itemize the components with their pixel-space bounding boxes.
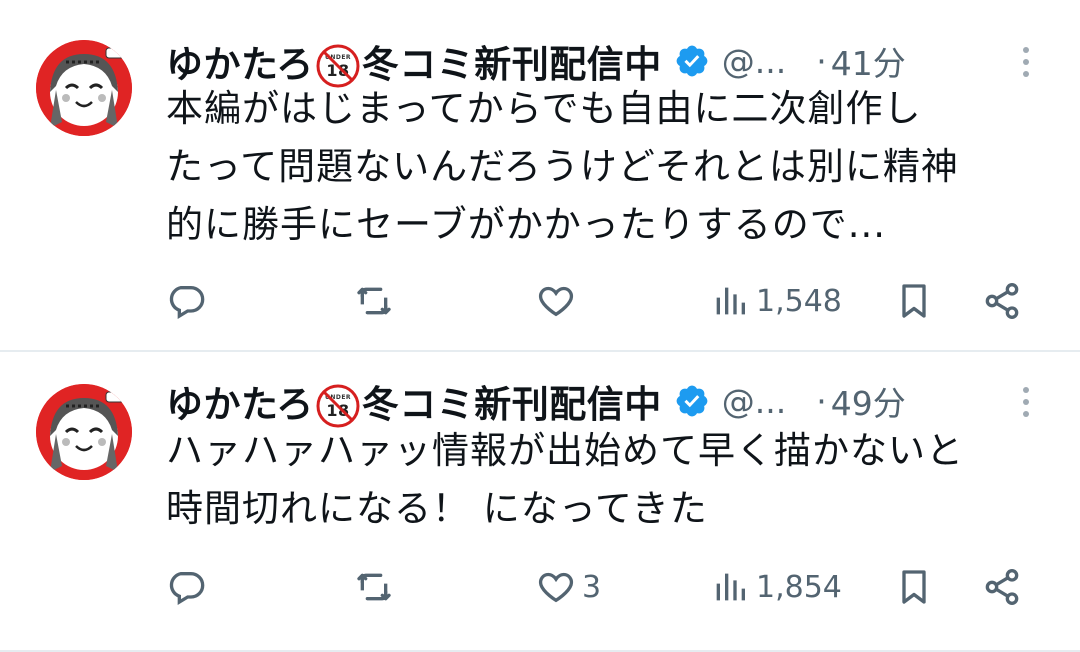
tweet-text-line: ハァハァハァッ情報が出始めて早く描かないと <box>166 429 964 472</box>
more-vertical-icon[interactable] <box>1014 382 1038 422</box>
views-count: 1,854 <box>756 569 842 605</box>
tweet[interactable]: ゆかたろ UNDER 18 冬コミ新刊配信中 @... · 49分 ハァハァハァ… <box>0 352 1080 650</box>
reply-button[interactable] <box>166 276 212 326</box>
tweet-text: 本編がはじまってからでも自由に二次創作し たって問題ないんだろうけどそれとは別に… <box>166 80 1066 254</box>
share-icon <box>985 569 1019 606</box>
share-button[interactable] <box>982 276 1022 326</box>
svg-text:18: 18 <box>326 401 349 420</box>
action-bar: 3 1,854 <box>0 562 1080 612</box>
views-chart-icon <box>716 573 745 601</box>
retweet-button[interactable] <box>354 276 400 326</box>
views-count: 1,548 <box>756 283 842 319</box>
like-count: 3 <box>582 569 602 605</box>
bookmark-button[interactable] <box>894 562 934 612</box>
tweet-text-line: 本編がはじまってからでも自由に二次創作し <box>166 87 922 130</box>
tweet-text-line: 的に勝手にセーブがかかったりするので... <box>166 203 887 246</box>
tweet-text: ハァハァハァッ情報が出始めて早く描かないと 時間切れになる！ になってきた <box>166 422 1066 538</box>
retweet-icon <box>357 573 391 601</box>
like-button[interactable]: 3 <box>536 562 601 612</box>
tweet-text-line: たって問題ないんだろうけどそれとは別に精神 <box>166 145 959 188</box>
bookmark-icon <box>902 284 926 318</box>
share-icon <box>985 283 1019 320</box>
author-handle[interactable]: @... <box>722 42 786 81</box>
like-button[interactable] <box>536 276 582 326</box>
separator-dot: · <box>816 41 827 81</box>
views-button[interactable]: 1,854 <box>710 562 842 612</box>
verified-badge-icon <box>676 45 708 77</box>
heart-icon <box>538 572 574 603</box>
tweet-header: ゆかたろ UNDER 18 冬コミ新刊配信中 @... · 49分 <box>166 374 906 429</box>
author-handle[interactable]: @... <box>722 382 786 421</box>
share-button[interactable] <box>982 562 1022 612</box>
avatar-image <box>36 384 132 480</box>
views-button[interactable]: 1,548 <box>710 276 842 326</box>
heart-icon <box>538 286 574 317</box>
reply-icon <box>169 572 205 605</box>
author-name-prefix: ゆかたろ <box>166 382 314 426</box>
verified-badge-icon <box>676 385 708 417</box>
retweet-icon <box>357 287 391 315</box>
avatar[interactable] <box>36 384 132 480</box>
tweet-text-line: 時間切れになる！ になってきた <box>166 487 708 530</box>
avatar-image <box>36 40 132 136</box>
timestamp[interactable]: 49分 <box>831 377 906 425</box>
more-vertical-icon[interactable] <box>1014 42 1038 82</box>
reply-button[interactable] <box>166 562 212 612</box>
timestamp[interactable]: 41分 <box>831 37 906 85</box>
tweet-header: ゆかたろ UNDER 18 冬コミ新刊配信中 @... · 41分 <box>166 36 906 88</box>
author-name-suffix: 冬コミ新刊配信中 <box>361 382 662 426</box>
views-chart-icon <box>716 287 745 315</box>
svg-text:18: 18 <box>326 61 349 80</box>
avatar[interactable] <box>36 40 132 136</box>
retweet-button[interactable] <box>354 562 400 612</box>
reply-icon <box>169 286 205 319</box>
author-name[interactable]: ゆかたろ UNDER 18 冬コミ新刊配信中 <box>166 374 662 429</box>
tweet[interactable]: ゆかたろ UNDER 18 冬コミ新刊配信中 @... · 41分 本編がはじま… <box>0 0 1080 350</box>
bookmark-icon <box>902 570 926 604</box>
action-bar: 1,548 <box>0 276 1080 326</box>
separator-dot: · <box>816 381 827 421</box>
bookmark-button[interactable] <box>894 276 934 326</box>
